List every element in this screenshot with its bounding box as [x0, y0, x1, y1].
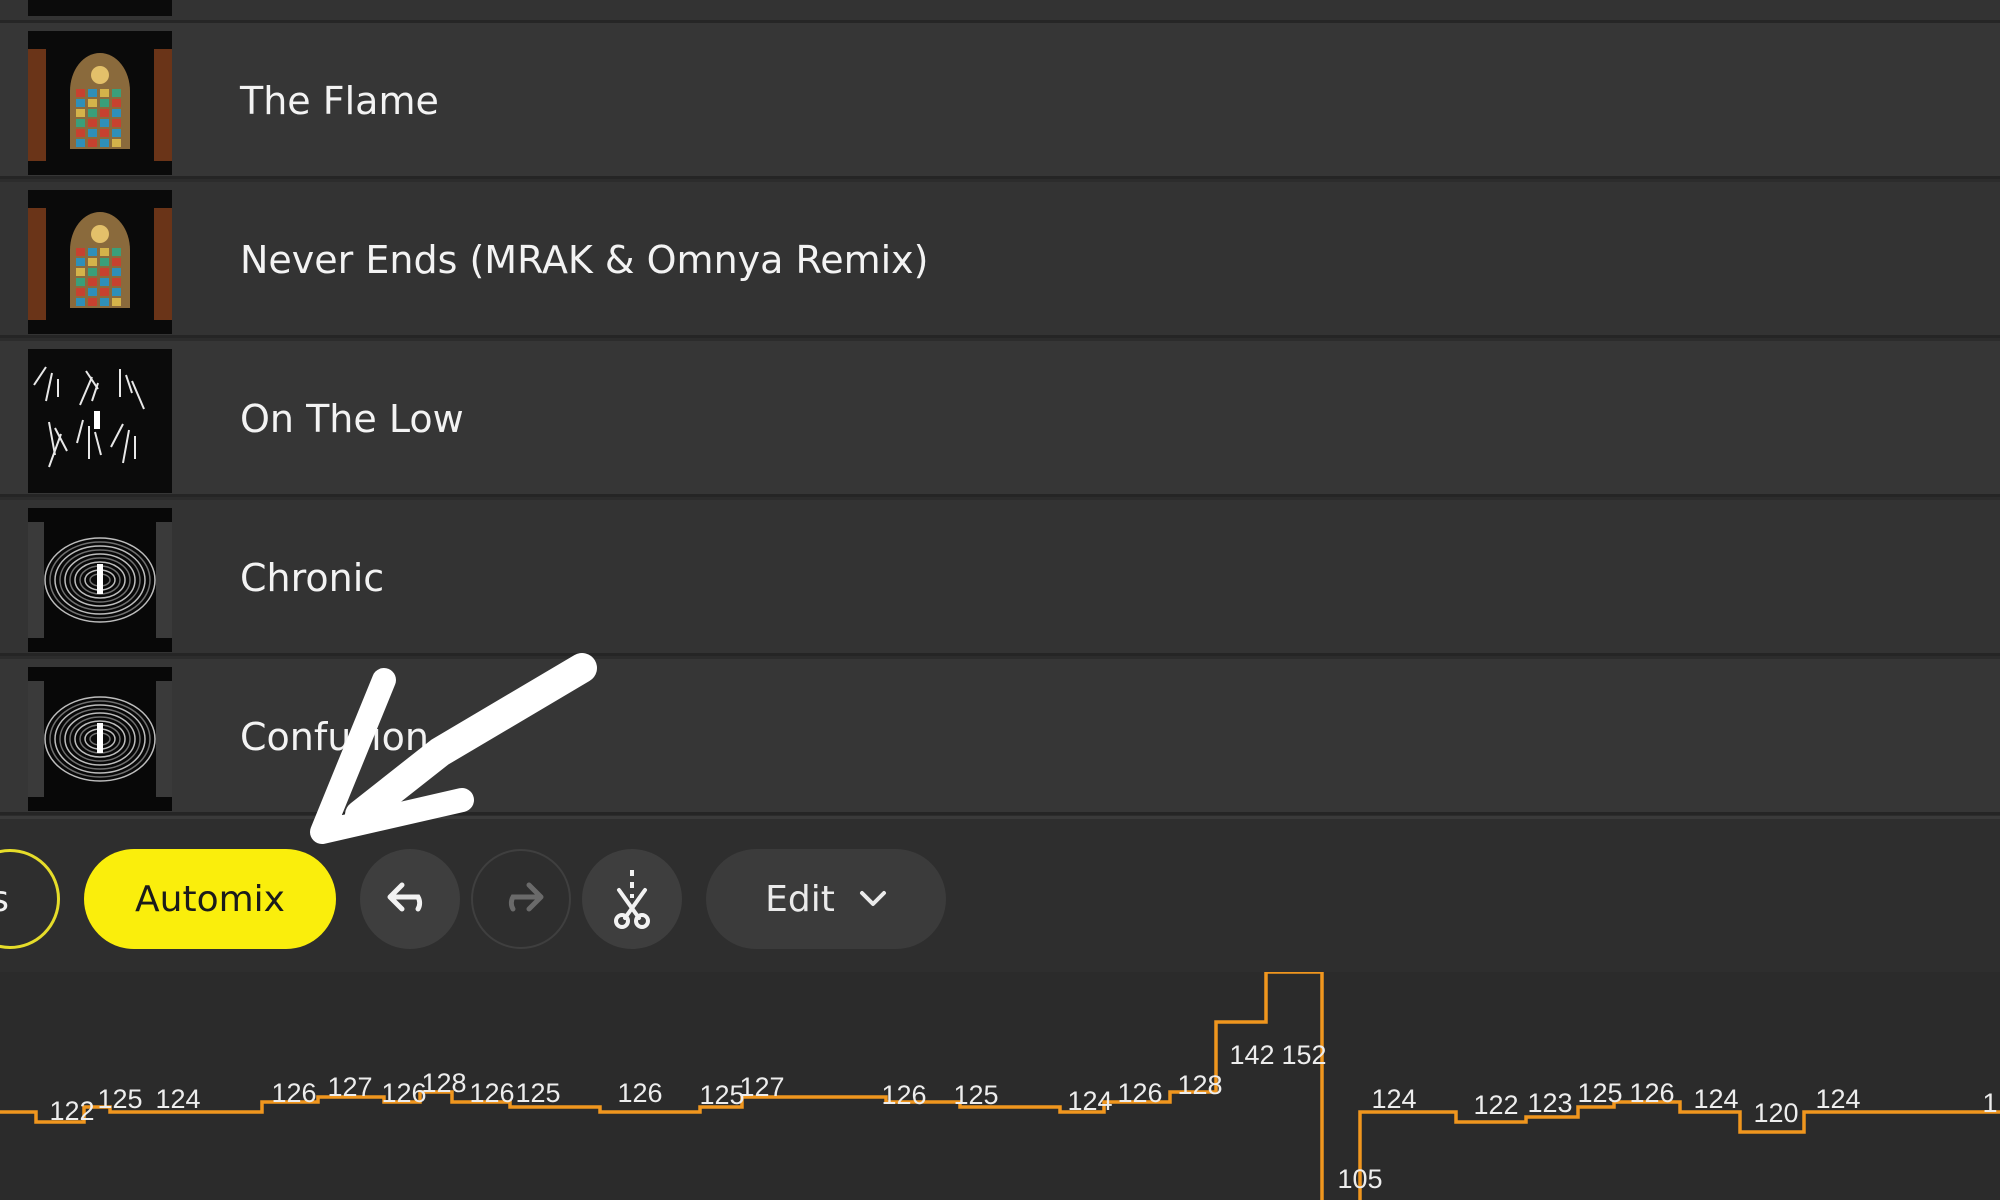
- bpm-value-label: 126: [617, 1078, 662, 1108]
- bpm-graph-panel: 122 125 124 126 127 126 128 126 125 126 125 127 126 1…: [0, 972, 2000, 1200]
- bpm-value-label: 152: [1281, 1040, 1326, 1070]
- symmetric-pattern-art: [28, 508, 172, 652]
- bpm-value-label: 127: [327, 1072, 372, 1102]
- undo-button[interactable]: [360, 849, 460, 949]
- track-row[interactable]: The Flame: [0, 23, 2000, 179]
- redo-icon: [508, 882, 544, 912]
- bpm-value-label: 126: [1629, 1078, 1674, 1108]
- track-row[interactable]: Chronic: [0, 500, 2000, 656]
- track-title: Never Ends (MRAK & Omnya Remix): [240, 238, 929, 282]
- bpm-value-label: 122: [49, 1096, 94, 1126]
- dark-graphic-art: [28, 349, 172, 493]
- scissors-cut-icon: [614, 870, 650, 929]
- bpm-value-label: 120: [1753, 1098, 1798, 1128]
- album-art: [28, 190, 172, 334]
- bpm-value-label: 122: [1473, 1090, 1518, 1120]
- bpm-value-label: 128: [421, 1068, 466, 1098]
- cut-button[interactable]: [582, 849, 682, 949]
- previous-mode-label: s: [0, 879, 9, 920]
- redo-button[interactable]: [471, 849, 571, 949]
- album-art: [28, 667, 172, 811]
- bpm-value-label: 124: [155, 1084, 200, 1114]
- automix-label: Automix: [135, 878, 285, 920]
- track-row-partial[interactable]: [0, 0, 2000, 23]
- track-row[interactable]: Never Ends (MRAK & Omnya Remix): [0, 182, 2000, 338]
- bpm-value-label: 1: [1982, 1088, 1997, 1118]
- bpm-value-label: 127: [739, 1072, 784, 1102]
- bpm-graph[interactable]: 122 125 124 126 127 126128 126 125 126 125127 126 1…: [0, 972, 2000, 1200]
- track-title: Chronic: [240, 556, 385, 600]
- bpm-value-label: 128: [1177, 1070, 1222, 1100]
- bpm-value-label: 126: [469, 1078, 514, 1108]
- bpm-value-label: 105: [1337, 1164, 1382, 1194]
- symmetric-pattern-art: [28, 667, 172, 811]
- bpm-value-label: 124: [1371, 1084, 1416, 1114]
- album-art-partial: [28, 0, 172, 16]
- bpm-value-label: 125: [699, 1080, 744, 1110]
- bpm-value-label: 125: [1577, 1078, 1622, 1108]
- undo-icon: [387, 882, 423, 912]
- previous-mode-button[interactable]: s: [0, 849, 60, 949]
- bpm-value-label: 126: [881, 1080, 926, 1110]
- automix-button[interactable]: Automix: [84, 849, 336, 949]
- bpm-value-label: 124: [1815, 1084, 1860, 1114]
- bpm-value-label: 126: [381, 1078, 426, 1108]
- stained-glass-window-art: [28, 31, 172, 175]
- bpm-value-label: 125: [515, 1078, 560, 1108]
- track-title: On The Low: [240, 397, 464, 441]
- track-row[interactable]: Confusion: [0, 659, 2000, 815]
- album-art: [28, 31, 172, 175]
- bpm-value-label: 125: [97, 1084, 142, 1114]
- mix-toolbar: s Automix Edit: [0, 816, 2000, 972]
- edit-menu-button[interactable]: Edit: [706, 849, 946, 949]
- track-title: Confusion: [240, 715, 430, 759]
- bpm-value-label: 124: [1693, 1084, 1738, 1114]
- track-title: The Flame: [240, 79, 439, 123]
- bpm-value-label: 124: [1067, 1086, 1112, 1116]
- track-list: The Flame Never Ends (MRAK & Omnya Remix…: [0, 0, 2000, 816]
- album-art: [28, 508, 172, 652]
- track-row[interactable]: On The Low: [0, 341, 2000, 497]
- edit-label: Edit: [765, 878, 835, 920]
- bpm-value-label: 123: [1527, 1088, 1572, 1118]
- bpm-value-label: 126: [271, 1078, 316, 1108]
- bpm-value-label: 125: [953, 1080, 998, 1110]
- bpm-value-label: 142: [1229, 1040, 1274, 1070]
- stained-glass-window-art: [28, 190, 172, 334]
- album-art: [28, 349, 172, 493]
- chevron-down-icon: [859, 891, 886, 906]
- bpm-value-label: 126: [1117, 1078, 1162, 1108]
